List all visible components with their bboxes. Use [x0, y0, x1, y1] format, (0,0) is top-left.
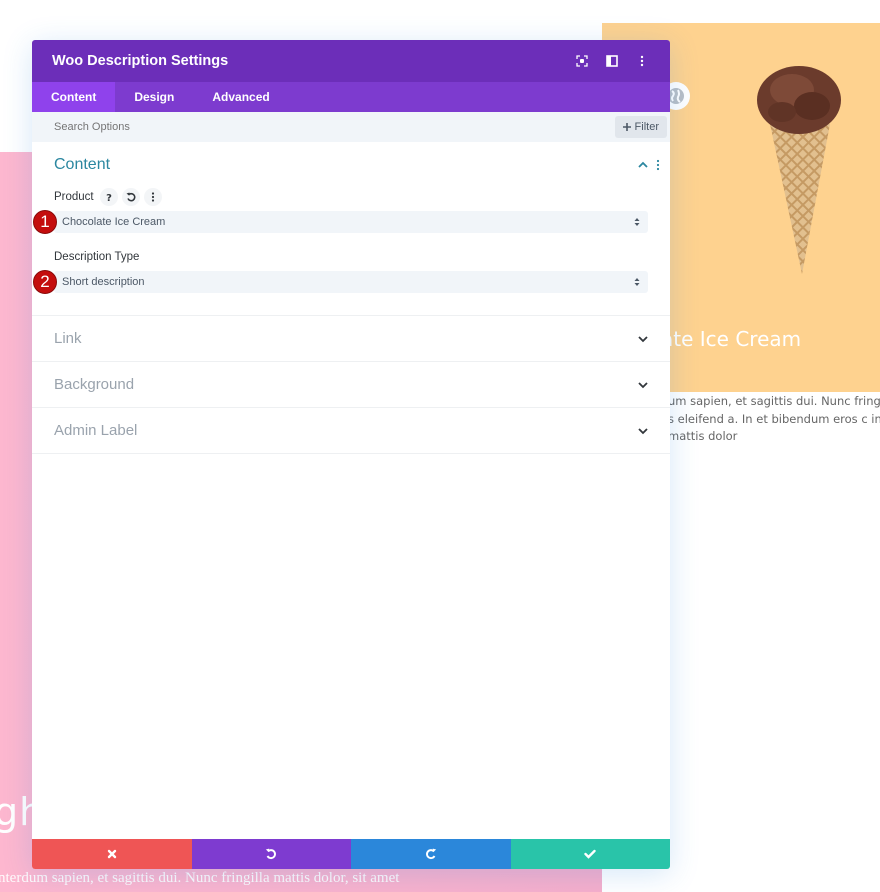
product-select[interactable]: Chocolate Ice Cream	[54, 211, 648, 233]
svg-text:?: ?	[106, 193, 112, 202]
step-badge-1: 1	[33, 210, 57, 234]
undo-icon	[266, 848, 277, 860]
tab-bar: Content Design Advanced	[32, 82, 670, 112]
reset-button[interactable]	[121, 188, 140, 206]
modal-header: Woo Description Settings	[32, 40, 670, 82]
expand-icon	[576, 55, 588, 67]
description-type-select-value: Short description	[62, 276, 145, 288]
plus-icon	[622, 123, 631, 131]
search-options-input[interactable]	[54, 121, 615, 133]
tab-design[interactable]: Design	[115, 82, 193, 112]
description-type-label: Description Type	[54, 251, 140, 263]
section-link[interactable]: Link	[32, 316, 670, 362]
section-admin-label-title: Admin Label	[54, 422, 138, 439]
reset-icon	[126, 192, 136, 202]
redo-button[interactable]	[351, 839, 511, 869]
tab-content[interactable]: Content	[32, 82, 116, 112]
select-arrows-icon	[634, 218, 640, 226]
step-badge-2: 2	[33, 270, 57, 294]
section-background[interactable]: Background	[32, 362, 670, 408]
product-description-line: mattis dolor	[668, 429, 738, 443]
product-description-line: s eleifend a. In et bibendum eros c inte…	[668, 411, 880, 426]
field-options-button[interactable]	[143, 188, 162, 206]
filter-label: Filter	[634, 121, 659, 133]
redo-icon	[425, 848, 436, 860]
help-icon: ?	[106, 193, 112, 202]
settings-modal: Woo Description Settings Content Design …	[32, 40, 670, 869]
section-content-title[interactable]: Content	[54, 156, 638, 174]
ice-cream-image	[757, 66, 841, 274]
split-view-icon	[606, 55, 618, 67]
section-link-title: Link	[54, 330, 82, 347]
description-type-select[interactable]: Short description	[54, 271, 648, 293]
expand-button[interactable]	[574, 53, 590, 69]
product-label: Product	[54, 191, 94, 203]
check-icon	[584, 849, 596, 859]
select-arrows-icon	[634, 278, 640, 286]
chevron-down-icon	[638, 335, 648, 342]
cancel-button[interactable]	[32, 839, 192, 869]
search-bar: Filter	[32, 112, 670, 142]
close-icon	[107, 849, 116, 859]
chevron-down-icon	[638, 427, 648, 434]
chevron-down-icon	[638, 381, 648, 388]
modal-title: Woo Description Settings	[52, 53, 229, 69]
more-vertical-icon	[640, 55, 644, 67]
more-vertical-icon[interactable]	[656, 159, 660, 171]
more-vertical-icon	[151, 192, 154, 202]
product-description: um sapien, et sagittis dui. Nunc fringil…	[668, 393, 880, 446]
tab-advanced[interactable]: Advanced	[193, 82, 288, 112]
pink-section-text: nterdum sapien, et sagittis dui. Nunc fr…	[0, 870, 400, 886]
section-admin-label[interactable]: Admin Label	[32, 408, 670, 454]
undo-button[interactable]	[191, 839, 351, 869]
section-background-title: Background	[54, 376, 135, 393]
help-button[interactable]: ?	[99, 188, 118, 206]
page-canvas: gh nterdum sapien, et sagittis dui. Nunc…	[0, 0, 880, 892]
product-description-line: um sapien, et sagittis dui. Nunc fringil…	[668, 394, 880, 408]
section-content: Content Product ? 1 Chocolate Ice Cream …	[32, 142, 670, 316]
product-select-value: Chocolate Ice Cream	[62, 216, 166, 228]
chevron-up-icon[interactable]	[638, 161, 648, 169]
save-button[interactable]	[510, 839, 670, 869]
more-options-button[interactable]	[634, 53, 650, 69]
split-view-button[interactable]	[604, 53, 620, 69]
modal-footer	[32, 839, 670, 869]
filter-button[interactable]: Filter	[614, 116, 667, 138]
